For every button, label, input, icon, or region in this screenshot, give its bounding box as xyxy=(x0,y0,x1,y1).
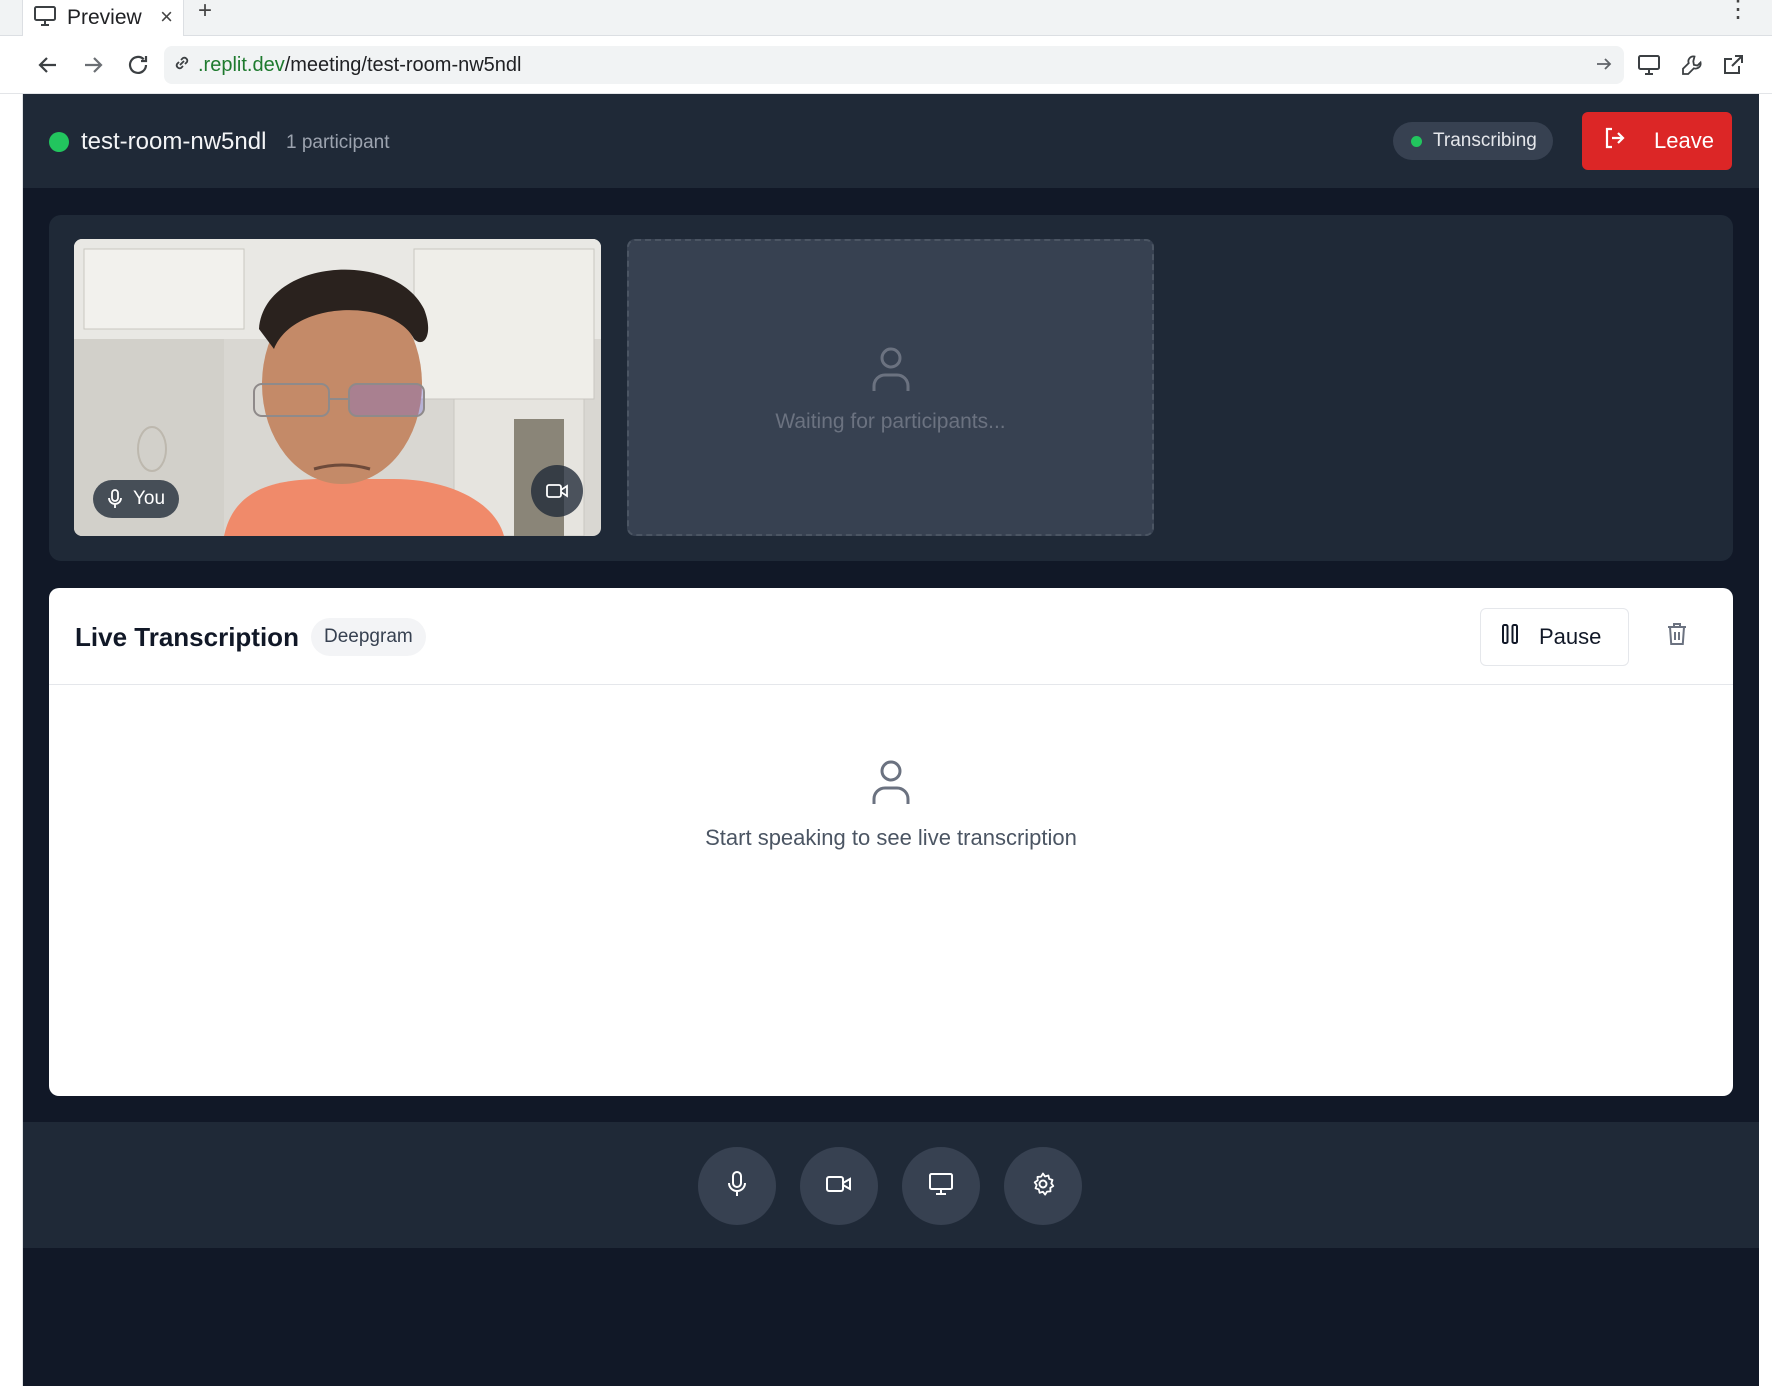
transcription-header: Live Transcription Deepgram Pause xyxy=(49,588,1733,685)
microphone-icon xyxy=(107,489,123,515)
user-placeholder-icon xyxy=(869,758,913,811)
meeting-header: test-room-nw5ndl 1 participant Transcrib… xyxy=(23,94,1759,188)
open-external-icon[interactable] xyxy=(1718,50,1748,80)
devices-icon[interactable] xyxy=(1634,50,1664,80)
address-bar[interactable]: .replit.dev /meeting/test-room-nw5ndl xyxy=(164,46,1624,84)
meeting-app: test-room-nw5ndl 1 participant Transcrib… xyxy=(23,94,1759,1386)
user-placeholder-icon xyxy=(869,345,913,398)
back-arrow-icon[interactable] xyxy=(33,50,63,80)
transcribing-label: Transcribing xyxy=(1433,130,1537,151)
transcribing-dot xyxy=(1411,136,1422,147)
leave-label: Leave xyxy=(1654,128,1714,153)
tab-close-icon[interactable]: × xyxy=(160,6,173,28)
transcribing-badge: Transcribing xyxy=(1393,122,1553,160)
leave-button[interactable]: Leave xyxy=(1582,112,1732,170)
waiting-tile: Waiting for participants... xyxy=(627,239,1154,536)
provider-badge: Deepgram xyxy=(311,618,426,656)
self-name-badge: You xyxy=(93,480,180,518)
screen-share-icon xyxy=(927,1171,955,1202)
transcription-panel: Live Transcription Deepgram Pause Start … xyxy=(49,588,1733,1096)
trash-icon xyxy=(1665,621,1689,652)
connection-status-dot xyxy=(49,132,69,152)
video-grid: You Waiting for participants... xyxy=(49,215,1733,561)
video-camera-icon xyxy=(825,1173,853,1200)
reload-icon[interactable] xyxy=(123,50,153,80)
toggle-camera-button[interactable] xyxy=(800,1147,878,1225)
transcription-empty-state: Start speaking to see live transcription xyxy=(705,825,1077,850)
participant-count: 1 participant xyxy=(286,132,390,153)
new-tab-button[interactable]: + xyxy=(198,0,212,23)
browser-menu-icon[interactable]: ⋮ xyxy=(1726,0,1750,22)
tab-title: Preview xyxy=(67,6,142,29)
clear-transcript-button[interactable] xyxy=(1657,616,1697,656)
browser-tab-preview[interactable]: Preview × xyxy=(22,0,184,36)
browser-tab-bar: Preview × + ⋮ xyxy=(0,0,1772,36)
url-domain: .replit.dev xyxy=(198,53,285,76)
url-path: /meeting/test-room-nw5ndl xyxy=(284,53,522,76)
camera-status-icon xyxy=(531,465,583,517)
settings-gear-icon xyxy=(1030,1171,1056,1202)
share-screen-button[interactable] xyxy=(902,1147,980,1225)
monitor-icon xyxy=(33,5,57,32)
browser-toolbar: .replit.dev /meeting/test-room-nw5ndl xyxy=(0,36,1772,94)
wrench-icon[interactable] xyxy=(1677,50,1707,80)
self-label: You xyxy=(133,488,166,509)
pause-icon xyxy=(1501,623,1519,651)
settings-button[interactable] xyxy=(1004,1147,1082,1225)
room-name: test-room-nw5ndl xyxy=(81,128,267,155)
go-arrow-icon[interactable] xyxy=(1594,54,1614,79)
forward-arrow-icon[interactable] xyxy=(78,50,108,80)
link-icon xyxy=(172,53,192,78)
call-controls xyxy=(23,1122,1759,1248)
microphone-icon xyxy=(726,1170,748,1203)
waiting-text: Waiting for participants... xyxy=(775,410,1006,433)
pause-label: Pause xyxy=(1539,624,1602,649)
logout-icon xyxy=(1602,125,1628,157)
self-video-tile: You xyxy=(74,239,601,536)
transcription-title: Live Transcription xyxy=(75,622,299,652)
side-gutter xyxy=(0,94,23,1386)
toggle-microphone-button[interactable] xyxy=(698,1147,776,1225)
pause-button[interactable]: Pause xyxy=(1480,608,1629,666)
